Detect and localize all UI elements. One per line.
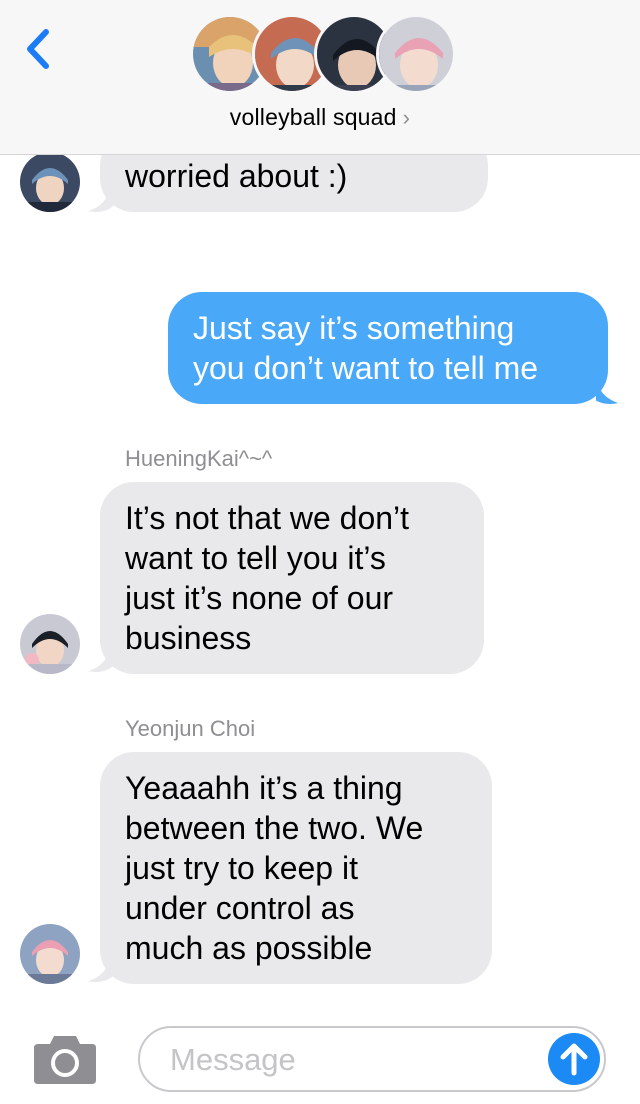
message-line: want to tell you it’s xyxy=(125,540,386,576)
sender-avatar xyxy=(20,614,80,674)
camera-icon xyxy=(34,1036,96,1084)
message-line: much as possible xyxy=(125,930,373,966)
group-member-avatar xyxy=(376,14,456,94)
sender-avatar xyxy=(20,152,80,212)
incoming-message-bubble[interactable]: It’s not that we don’t want to tell you … xyxy=(100,482,484,674)
message-line: just try to keep it xyxy=(125,850,358,886)
message-line: under control as xyxy=(125,890,355,926)
message-line: you don’t want to tell me xyxy=(193,350,539,386)
sender-name: Yeonjun Choi xyxy=(125,716,256,741)
message-line: between the two. We xyxy=(125,810,424,846)
message-line: worried about :) xyxy=(125,158,348,194)
group-name: volleyball squad xyxy=(229,104,397,130)
incoming-message-bubble[interactable]: Yeaaahh it’s a thing between the two. We… xyxy=(100,752,492,984)
chevron-left-icon xyxy=(27,29,49,69)
camera-button[interactable] xyxy=(32,1032,98,1086)
message-input[interactable] xyxy=(168,1038,532,1082)
message-line: just it’s none of our xyxy=(125,580,394,616)
message-field[interactable] xyxy=(138,1026,606,1092)
message-line: business xyxy=(125,620,252,656)
message-line: It’s not that we don’t xyxy=(125,500,410,536)
sender-name: HueningKai^~^ xyxy=(125,446,273,471)
arrow-up-icon xyxy=(560,1043,588,1076)
message-line: Yeaaahh it’s a thing xyxy=(125,770,403,806)
chevron-right-icon: › xyxy=(402,105,411,130)
group-avatars[interactable] xyxy=(190,14,456,98)
group-name-button[interactable]: volleyball squad› xyxy=(0,104,640,131)
outgoing-message-bubble[interactable]: Just say it’s something you don’t want t… xyxy=(168,292,608,404)
message-line: Just say it’s something xyxy=(193,310,515,346)
sender-avatar xyxy=(20,924,80,984)
back-button[interactable] xyxy=(18,26,58,72)
send-button[interactable] xyxy=(548,1033,600,1085)
